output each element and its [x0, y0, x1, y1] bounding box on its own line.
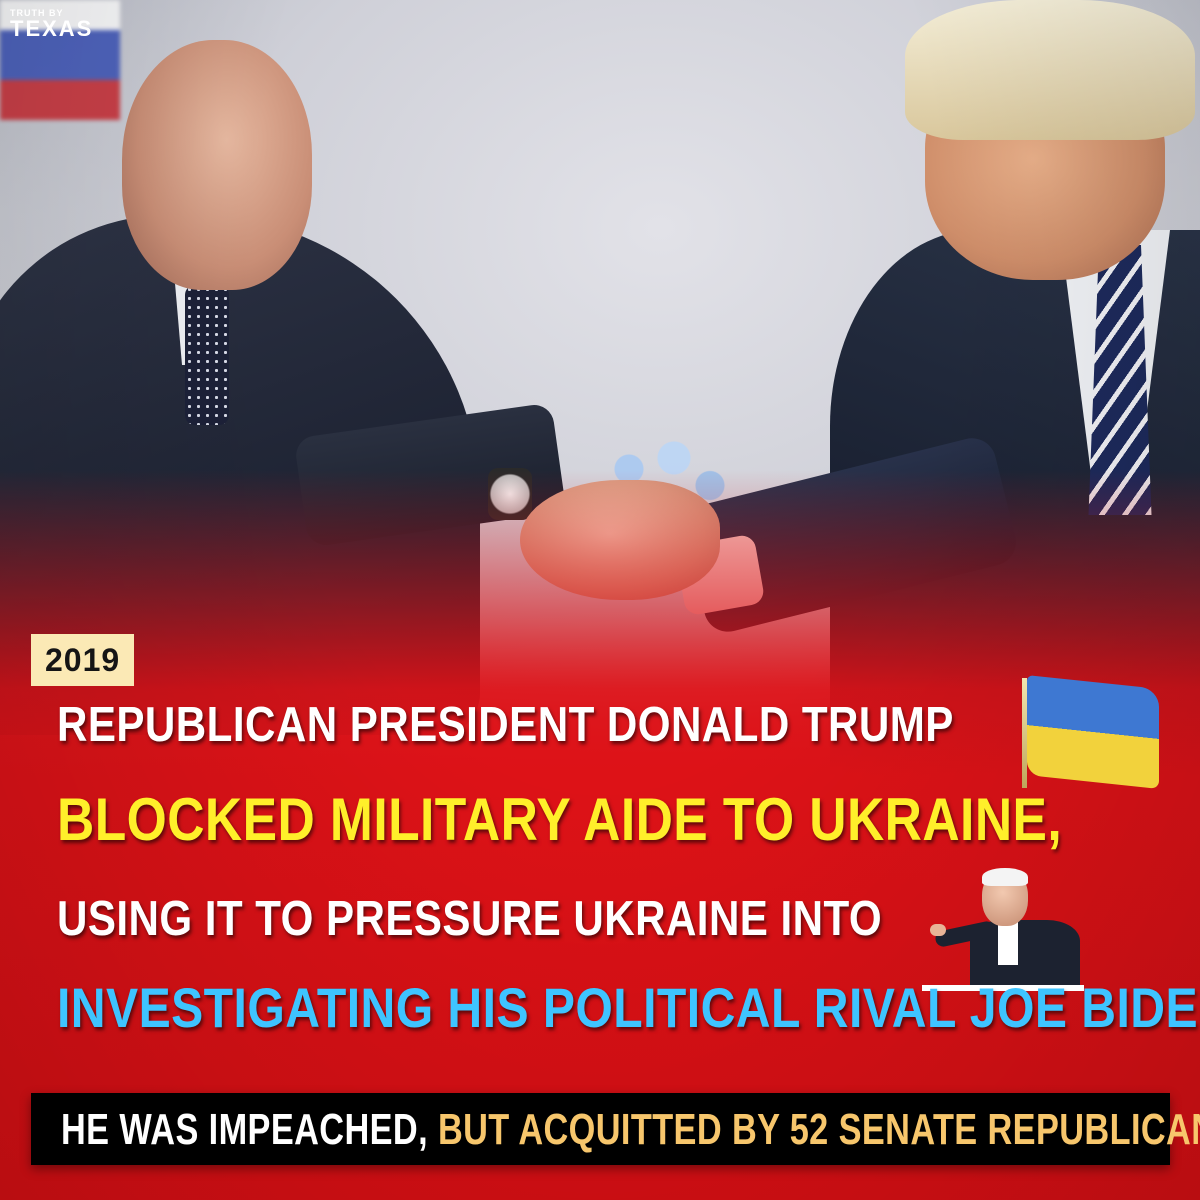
biden-hair	[982, 868, 1028, 886]
headline-line-4: INVESTIGATING HIS POLITICAL RIVAL JOE BI…	[57, 976, 1200, 1039]
headline-line-2: BLOCKED MILITARY AIDE TO UKRAINE,	[57, 786, 1063, 853]
poster: TRUTH BY TEXAS 2019 REPUBLICAN PRESIDENT…	[0, 0, 1200, 1200]
footer-text: HE WAS IMPEACHED, BUT ACQUITTED BY 52 SE…	[61, 1105, 1200, 1155]
biden-shirt	[998, 920, 1018, 965]
headline-line-3: USING IT TO PRESSURE UKRAINE INTO	[57, 892, 883, 946]
footer-text-gold: BUT ACQUITTED BY 52 SENATE REPUBLICANS	[437, 1105, 1200, 1154]
biden-photo	[930, 868, 1080, 990]
footer-bar: HE WAS IMPEACHED, BUT ACQUITTED BY 52 SE…	[31, 1093, 1200, 1165]
brand-logo: TRUTH BY TEXAS	[10, 8, 96, 40]
footer-text-white: HE WAS IMPEACHED,	[61, 1105, 438, 1154]
biden-hand	[930, 924, 946, 936]
logo-main-text: TEXAS	[10, 16, 94, 41]
year-badge: 2019	[31, 634, 135, 686]
ukraine-flag-icon	[1027, 675, 1159, 789]
headline-line-1: REPUBLICAN PRESIDENT DONALD TRUMP	[57, 698, 954, 752]
